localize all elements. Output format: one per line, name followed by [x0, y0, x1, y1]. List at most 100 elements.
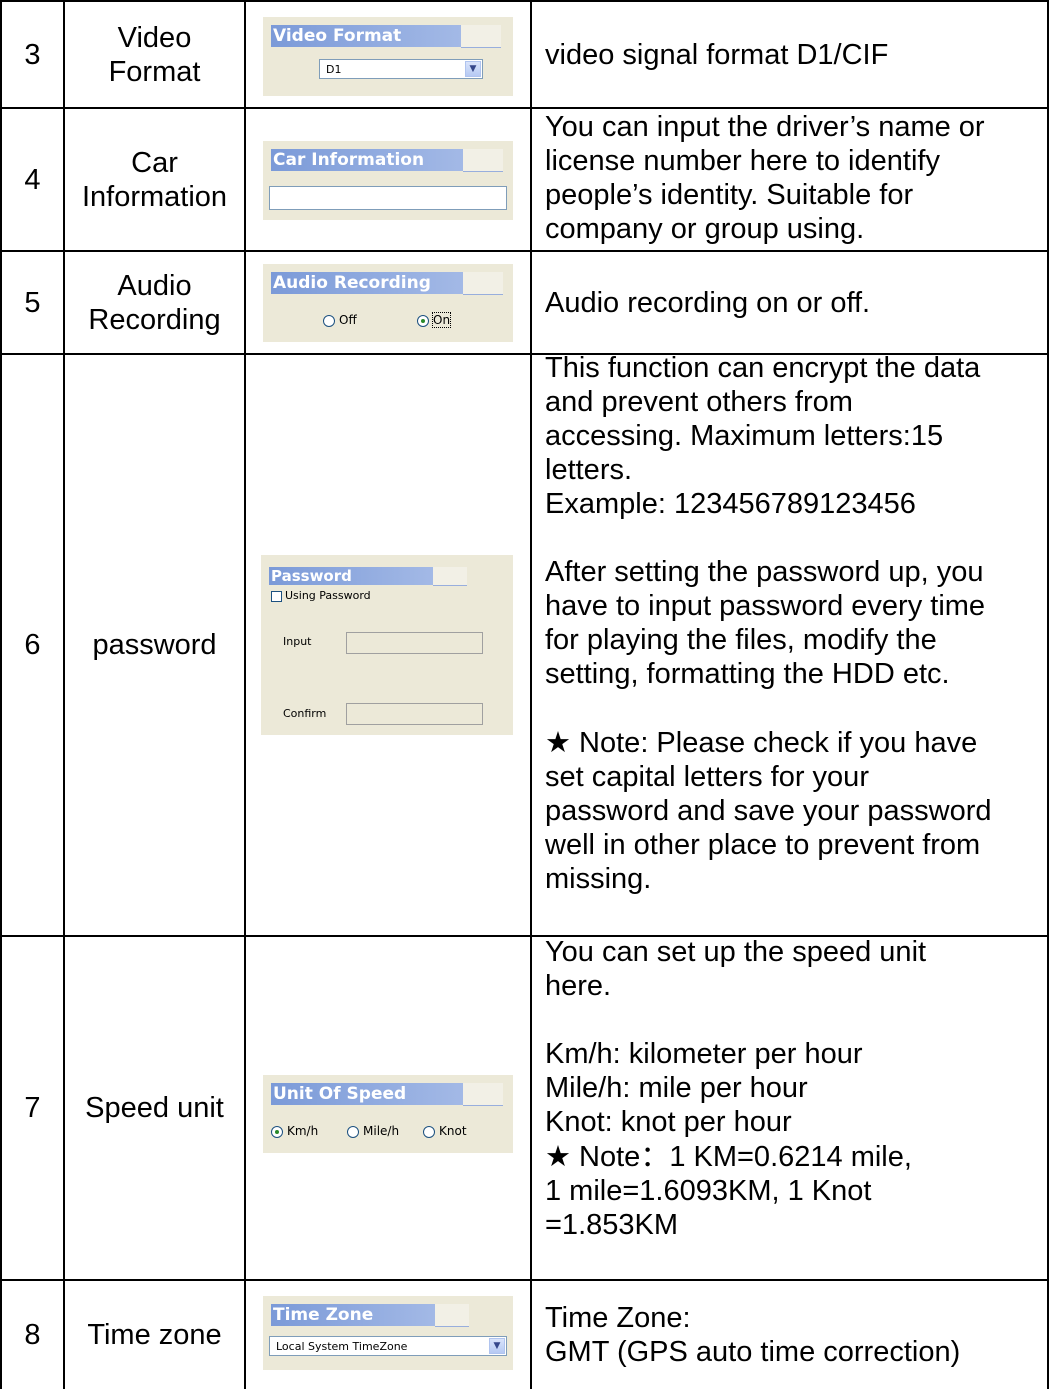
setting-description: video signal format D1/CIF — [545, 38, 1040, 72]
setting-name-line: Time zone — [87, 1319, 222, 1351]
note-text: Note：1 KM=0.6214 mile, — [571, 1141, 912, 1173]
description-line: for playing the files, modify the — [545, 624, 937, 656]
radio-selected-icon — [417, 314, 429, 327]
row-number-text: 6 — [24, 629, 41, 661]
knot-radio[interactable]: Knot — [423, 1123, 467, 1139]
row-number: 5 — [2, 252, 63, 353]
description-line: video signal format D1/CIF — [545, 39, 889, 71]
table-divider-shot — [530, 0, 532, 1389]
description-line: After setting the password up, you — [545, 556, 984, 588]
description-line: letters. — [545, 454, 633, 486]
audio-on-radio[interactable]: On — [417, 312, 452, 328]
note-line: ★ Note: Please check if you have — [545, 725, 1040, 760]
select-value: D1 — [326, 63, 342, 76]
description-line: accessing. Maximum letters:15 — [545, 420, 944, 452]
description-line: and prevent others from — [545, 386, 853, 418]
setting-description: This function can encrypt the data and p… — [545, 351, 1040, 896]
chevron-down-icon[interactable]: ▼ — [489, 1338, 505, 1354]
time-zone-select[interactable]: Local System TimeZone ▼ — [269, 1336, 507, 1356]
password-confirm-input[interactable] — [346, 703, 483, 725]
description-line: company or group using. — [545, 213, 865, 245]
panel-title-tail — [461, 25, 501, 48]
description-line: Mile/h: mile per hour — [545, 1072, 808, 1104]
using-password-checkbox[interactable]: Using Password — [271, 589, 371, 603]
description-line: 1 mile=1.6093KM, 1 Knot — [545, 1175, 872, 1207]
row-number-text: 5 — [24, 286, 41, 319]
audio-off-radio[interactable]: Off — [323, 312, 357, 328]
setting-name-line: Speed unit — [85, 1092, 224, 1124]
unit-of-speed-panel: Unit Of Speed Km/h Mile/h Knot — [263, 1075, 513, 1153]
manual-settings-table: 3 Video Format Video Format D1 ▼ video s… — [0, 0, 1049, 1389]
description-line: set capital letters for your — [545, 761, 869, 793]
panel-title: Time Zone — [271, 1304, 435, 1326]
radio-label: Knot — [439, 1124, 467, 1138]
description-line: Knot: knot per hour — [545, 1106, 792, 1138]
setting-name: Video Format — [65, 2, 244, 107]
setting-name-line: password — [92, 629, 217, 661]
setting-name: password — [65, 355, 244, 935]
description-line: Audio recording on or off. — [545, 287, 871, 319]
checkbox-label: Using Password — [285, 589, 371, 602]
row-number: 8 — [2, 1281, 63, 1389]
radio-selected-icon — [271, 1125, 283, 1138]
description-line: You can set up the speed unit — [545, 936, 927, 968]
setting-name-line: Car — [131, 146, 178, 179]
setting-name-line: Format — [108, 55, 201, 88]
setting-name-line: Information — [81, 180, 228, 213]
description-line: missing. — [545, 863, 652, 895]
panel-title-tail — [463, 149, 503, 172]
description-line: Example: 123456789123456 — [545, 488, 916, 520]
description-line: GMT (GPS auto time correction) — [545, 1336, 961, 1368]
note-text: Note: Please check if you have — [571, 727, 978, 759]
chevron-down-icon[interactable]: ▼ — [465, 61, 481, 77]
checkbox-icon — [271, 590, 282, 602]
description-line: have to input password every time — [545, 590, 986, 622]
car-information-input[interactable] — [269, 186, 507, 210]
row-number: 7 — [2, 937, 63, 1279]
setting-description: Audio recording on or off. — [545, 286, 1040, 320]
table-divider-name — [244, 0, 246, 1389]
description-line: setting, formatting the HDD etc. — [545, 658, 950, 690]
description-line: password and save your password — [545, 795, 992, 827]
input-label: Input — [283, 635, 312, 648]
time-zone-panel: Time Zone Local System TimeZone ▼ — [263, 1296, 513, 1370]
panel-title: Video Format — [271, 25, 461, 47]
setting-description: You can input the driver’s name or licen… — [545, 110, 1040, 246]
panel-title: Audio Recording — [271, 272, 463, 294]
row-number: 3 — [2, 2, 63, 107]
setting-name: Audio Recording — [65, 252, 244, 353]
password-panel: Password Using Password Input Confirm — [261, 555, 513, 735]
description-line: well in other place to prevent from — [545, 829, 981, 861]
note-line: ★ Note：1 KM=0.6214 mile, — [545, 1139, 1040, 1174]
select-value: Local System TimeZone — [276, 1340, 408, 1353]
radio-icon — [323, 314, 335, 327]
description-line: here. — [545, 970, 612, 1002]
setting-name: Car Information — [65, 109, 244, 250]
kmh-radio[interactable]: Km/h — [271, 1123, 318, 1139]
panel-title-tail — [463, 1083, 503, 1106]
row-number-text: 3 — [24, 38, 41, 71]
video-format-select[interactable]: D1 ▼ — [319, 59, 483, 79]
password-input[interactable] — [346, 632, 483, 654]
row-number: 6 — [2, 355, 63, 935]
audio-recording-panel: Audio Recording Off On — [263, 264, 513, 342]
radio-label: Off — [339, 313, 357, 327]
car-information-panel: Car Information — [263, 141, 513, 220]
setting-name: Speed unit — [65, 937, 244, 1279]
star-icon: ★ — [545, 725, 571, 759]
panel-title: Password — [269, 567, 433, 585]
mileh-radio[interactable]: Mile/h — [347, 1123, 399, 1139]
description-line: Km/h: kilometer per hour — [545, 1038, 863, 1070]
radio-label: Mile/h — [363, 1124, 400, 1138]
star-icon: ★ — [545, 1139, 571, 1173]
radio-label: Km/h — [287, 1124, 319, 1138]
description-line: people’s identity. Suitable for — [545, 179, 914, 211]
row-number-text: 7 — [24, 1092, 41, 1124]
panel-title-tail — [463, 272, 503, 295]
radio-icon — [423, 1125, 435, 1138]
row-number-text: 8 — [24, 1319, 41, 1351]
setting-name: Time zone — [65, 1281, 244, 1389]
description-line: license number here to identify — [545, 145, 940, 177]
panel-title: Unit Of Speed — [271, 1083, 463, 1105]
